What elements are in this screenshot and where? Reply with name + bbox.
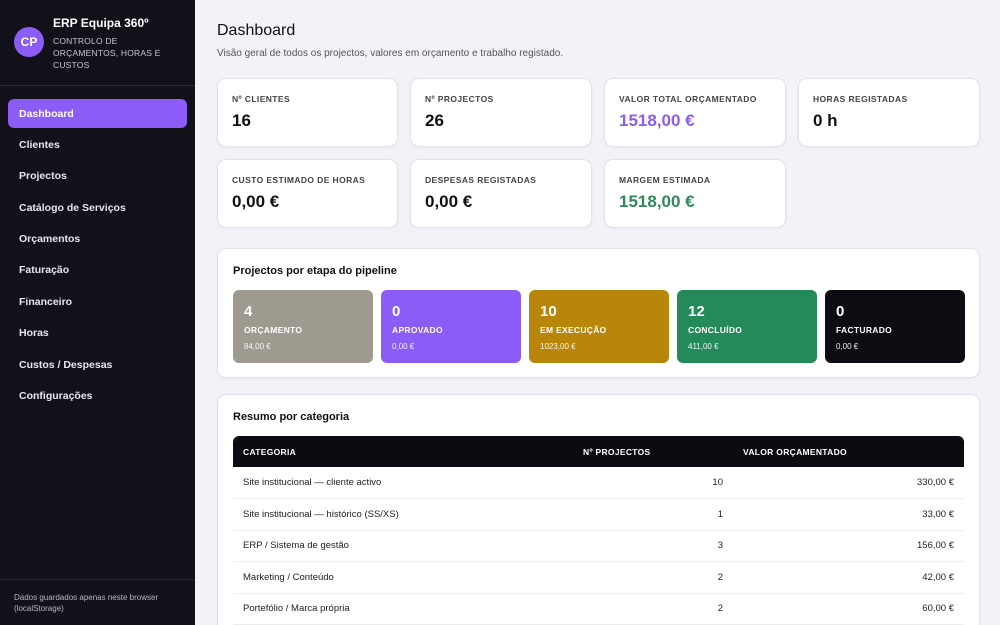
sidebar-item-clientes[interactable]: Clientes [8, 130, 187, 159]
storage-note: Dados guardados apenas neste browser (lo… [0, 579, 195, 625]
stage-name: Orçamento [244, 325, 303, 335]
kpi-label: Custo estimado de horas [232, 175, 366, 185]
page-subtitle: Visão geral de todos os projectos, valor… [217, 48, 564, 59]
avatar: CP [14, 27, 44, 57]
stage-count: 4 [244, 303, 253, 320]
pipeline-panel: Projectos por etapa do pipeline 4 Orçame… [217, 248, 980, 378]
table-row[interactable]: Portefólio / Marca própria 2 60,00 € [233, 593, 964, 625]
app-title: ERP Equipa 360º [53, 16, 149, 30]
column-header-projectos[interactable]: Nº Projectos [573, 436, 733, 467]
table-row[interactable]: ERP / Sistema de gestão 3 156,00 € [233, 530, 964, 562]
table-header-row: Categoria Nº Projectos Valor orçamentado [233, 436, 964, 467]
kpi-label: Margem estimada [619, 175, 711, 185]
stage-name: Concluído [688, 325, 743, 335]
sidebar-nav: Dashboard Clientes Projectos Catálogo de… [0, 86, 195, 411]
category-summary-panel: Resumo por categoria Categoria Nº Projec… [217, 394, 980, 625]
sidebar-item-horas[interactable]: Horas [8, 319, 187, 348]
kpi-value: 0,00 € [232, 192, 280, 211]
stage-name: Facturado [836, 325, 893, 335]
table-row[interactable]: Site institucional — cliente activo 10 3… [233, 467, 964, 499]
kpi-label: Valor total orçamentado [619, 94, 757, 104]
kpi-card-custo-horas: Custo estimado de horas 0,00 € [217, 159, 398, 228]
stage-card-facturado[interactable]: 0 Facturado 0,00 € [825, 290, 965, 363]
table-row[interactable]: Site institucional — histórico (SS/XS) 1… [233, 498, 964, 531]
kpi-value: 16 [232, 111, 251, 130]
stage-card-concluido[interactable]: 12 Concluído 411,00 € [677, 290, 817, 363]
cell-projects: 10 [573, 467, 733, 499]
sidebar-item-catalogo-servicos[interactable]: Catálogo de Serviços [8, 193, 187, 222]
column-header-categoria[interactable]: Categoria [233, 436, 573, 467]
kpi-value: 0 h [813, 111, 838, 130]
cell-value: 42,00 € [733, 561, 964, 594]
brand: CP ERP Equipa 360º Controlo de orçamento… [0, 0, 195, 86]
summary-title: Resumo por categoria [233, 411, 350, 423]
cell-category: Site institucional — cliente activo [233, 467, 573, 499]
sidebar-item-faturacao[interactable]: Faturação [8, 256, 187, 285]
kpi-label: Nº Projectos [425, 94, 494, 104]
stage-count: 12 [688, 303, 705, 320]
cell-projects: 2 [573, 561, 733, 594]
sidebar-item-financeiro[interactable]: Financeiro [8, 287, 187, 316]
sidebar: CP ERP Equipa 360º Controlo de orçamento… [0, 0, 195, 625]
kpi-card-margem: Margem estimada 1518,00 € [604, 159, 786, 228]
sidebar-item-orcamentos[interactable]: Orçamentos [8, 225, 187, 254]
page-title: Dashboard [217, 22, 296, 39]
kpi-value: 1518,00 € [619, 111, 695, 130]
stage-name: Aprovado [392, 325, 443, 335]
kpi-card-valor-orcamentado: Valor total orçamentado 1518,00 € [604, 78, 786, 147]
main-content: Dashboard Visão geral de todos os projec… [195, 0, 1000, 625]
cell-category: ERP / Sistema de gestão [233, 530, 573, 562]
stage-card-aprovado[interactable]: 0 Aprovado 0,00 € [381, 290, 521, 363]
pipeline-title: Projectos por etapa do pipeline [233, 265, 397, 277]
cell-value: 330,00 € [733, 467, 964, 499]
cell-projects: 3 [573, 530, 733, 562]
stage-value: 0,00 € [836, 342, 859, 351]
kpi-card-horas-registadas: Horas registadas 0 h [798, 78, 980, 147]
cell-value: 156,00 € [733, 530, 964, 562]
stage-count: 10 [540, 303, 557, 320]
table-row[interactable]: Marketing / Conteúdo 2 42,00 € [233, 561, 964, 594]
kpi-label: Nº Clientes [232, 94, 291, 104]
stage-value: 1023,00 € [540, 342, 576, 351]
column-header-valor[interactable]: Valor orçamentado [733, 436, 964, 467]
kpi-value: 0,00 € [425, 192, 473, 211]
stage-count: 0 [836, 303, 845, 320]
cell-value: 60,00 € [733, 593, 964, 625]
sidebar-item-configuracoes[interactable]: Configurações [8, 382, 187, 411]
app-subtitle: Controlo de orçamentos, horas e custos [53, 36, 161, 70]
cell-projects: 2 [573, 593, 733, 625]
kpi-value: 1518,00 € [619, 192, 695, 211]
stage-card-orcamento[interactable]: 4 Orçamento 84,00 € [233, 290, 373, 363]
stage-name: Em execução [540, 325, 607, 335]
kpi-card-clientes: Nº Clientes 16 [217, 78, 398, 147]
sidebar-item-custos-despesas[interactable]: Custos / Despesas [8, 350, 187, 379]
cell-category: Portefólio / Marca própria [233, 593, 573, 625]
cell-projects: 1 [573, 498, 733, 531]
kpi-card-despesas: Despesas registadas 0,00 € [410, 159, 592, 228]
stage-value: 411,00 € [688, 342, 719, 351]
category-table: Categoria Nº Projectos Valor orçamentado… [233, 436, 964, 625]
sidebar-item-projectos[interactable]: Projectos [8, 162, 187, 191]
stage-card-em-execucao[interactable]: 10 Em execução 1023,00 € [529, 290, 669, 363]
cell-category: Site institucional — histórico (SS/XS) [233, 498, 573, 531]
sidebar-item-dashboard[interactable]: Dashboard [8, 99, 187, 128]
stage-value: 84,00 € [244, 342, 271, 351]
stage-value: 0,00 € [392, 342, 415, 351]
cell-value: 33,00 € [733, 498, 964, 531]
stage-count: 0 [392, 303, 401, 320]
kpi-card-projectos: Nº Projectos 26 [410, 78, 592, 147]
kpi-value: 26 [425, 111, 444, 130]
kpi-label: Despesas registadas [425, 175, 537, 185]
cell-category: Marketing / Conteúdo [233, 561, 573, 594]
kpi-label: Horas registadas [813, 94, 908, 104]
